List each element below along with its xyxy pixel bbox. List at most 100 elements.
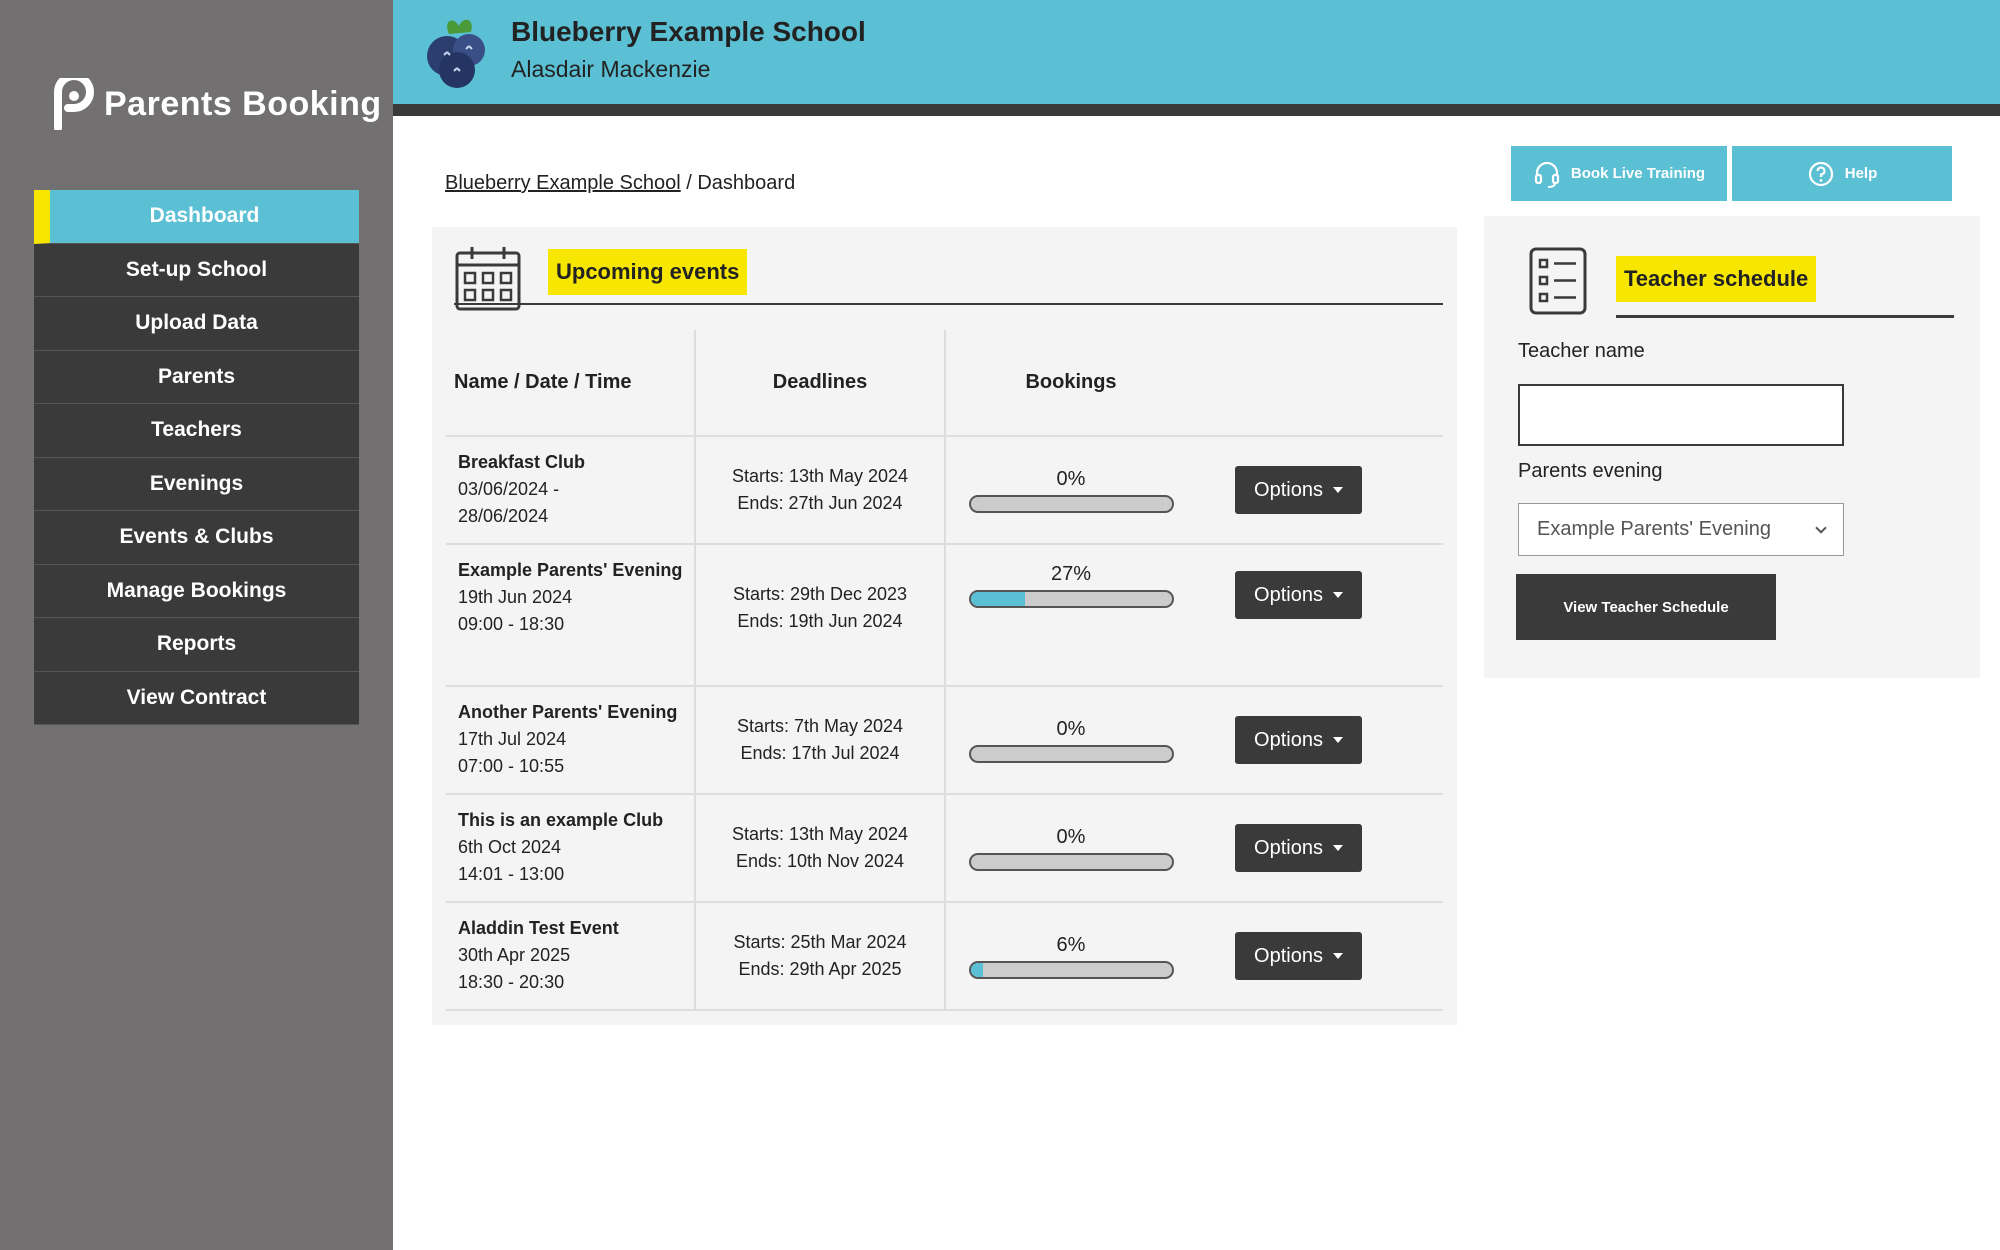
options-button[interactable]: Options <box>1235 466 1362 514</box>
breadcrumb: Blueberry Example School / Dashboard <box>445 172 795 195</box>
header-actions <box>1196 330 1443 435</box>
top-header: Blueberry Example School Alasdair Macken… <box>393 0 2000 104</box>
booking-progress-fill <box>970 592 1025 606</box>
event-actions: Options <box>1196 437 1443 543</box>
sidebar-item-upload-data[interactable]: Upload Data <box>34 297 359 351</box>
view-teacher-schedule-button[interactable]: View Teacher Schedule <box>1516 574 1776 640</box>
options-button[interactable]: Options <box>1235 716 1362 764</box>
breadcrumb-separator: / <box>680 172 698 194</box>
upcoming-events-header: Upcoming events <box>454 245 1443 311</box>
booking-progress-bar <box>968 494 1174 513</box>
caret-down-icon <box>1332 953 1343 959</box>
teacher-schedule-underline <box>1616 315 1954 318</box>
event-actions: Options <box>1196 545 1443 685</box>
event-bookings: 6% <box>946 903 1196 1009</box>
booking-percentage: 6% <box>1056 933 1086 956</box>
options-button[interactable]: Options <box>1235 932 1362 980</box>
sidebar-item-teachers[interactable]: Teachers <box>34 404 359 458</box>
deadline-start: Starts: 13th May 2024 <box>731 824 909 844</box>
checklist-icon <box>1529 247 1587 315</box>
deadline-start: Starts: 13th May 2024 <box>731 466 909 486</box>
table-row: This is an example Club 6th Oct 2024 14:… <box>446 795 1443 903</box>
app-logo[interactable]: Parents Booking <box>52 78 382 130</box>
booking-percentage: 0% <box>1056 467 1086 490</box>
events-table: Name / Date / Time Deadlines Bookings Br… <box>446 330 1443 1011</box>
deadline-end: Ends: 10th Nov 2024 <box>735 851 905 871</box>
event-deadlines: Starts: 13th May 2024 Ends: 10th Nov 202… <box>696 795 946 901</box>
booking-percentage: 27% <box>1050 563 1092 585</box>
teacher-name-label: Teacher name <box>1518 340 1645 362</box>
deadline-start: Starts: 25th Mar 2024 <box>733 932 907 952</box>
deadline-end: Ends: 29th Apr 2025 <box>738 959 902 979</box>
deadline-end: Ends: 27th Jun 2024 <box>737 493 903 513</box>
table-row: Another Parents' Evening 17th Jul 2024 0… <box>446 687 1443 795</box>
event-deadlines: Starts: 29th Dec 2023 Ends: 19th Jun 202… <box>696 545 946 685</box>
event-time: 09:00 - 18:30 <box>458 614 565 634</box>
booking-progress-bar <box>968 744 1174 763</box>
chevron-down-icon <box>1815 521 1827 534</box>
event-date: 6th Oct 2024 <box>458 837 562 857</box>
event-date: 19th Jun 2024 <box>458 587 573 607</box>
options-label: Options <box>1254 728 1323 751</box>
event-name: This is an example Club <box>458 810 664 830</box>
parents-evening-label: Parents evening <box>1518 460 1663 482</box>
sidebar: Parents Booking Dashboard Set-up School … <box>0 0 393 1250</box>
table-row: Example Parents' Evening 19th Jun 2024 0… <box>446 545 1443 687</box>
event-bookings: 0% <box>946 687 1196 793</box>
table-row: Aladdin Test Event 30th Apr 2025 18:30 -… <box>446 903 1443 1011</box>
sidebar-item-manage-bookings[interactable]: Manage Bookings <box>34 564 359 618</box>
event-date: 30th Apr 2025 <box>458 945 571 965</box>
event-date: 17th Jul 2024 <box>458 729 567 749</box>
booking-progress-fill <box>970 962 983 977</box>
sidebar-item-dashboard[interactable]: Dashboard <box>34 190 359 244</box>
event-details: This is an example Club 6th Oct 2024 14:… <box>446 795 696 901</box>
sidebar-item-view-contract[interactable]: View Contract <box>34 671 359 725</box>
headset-icon <box>1534 161 1560 188</box>
sidebar-item-evenings[interactable]: Evenings <box>34 457 359 511</box>
sidebar-item-parents[interactable]: Parents <box>34 350 359 404</box>
help-button[interactable]: Help <box>1732 146 1952 201</box>
upcoming-events-panel: Upcoming events Name / Date / Time Deadl… <box>432 227 1457 1025</box>
calendar-icon <box>455 247 521 311</box>
parents-evening-select[interactable]: Example Parents' Evening <box>1518 503 1844 556</box>
book-live-training-label: Book Live Training <box>1570 165 1706 182</box>
sidebar-item-reports[interactable]: Reports <box>34 618 359 672</box>
event-actions: Options <box>1196 903 1443 1009</box>
event-bookings: 0% <box>946 795 1196 901</box>
event-time: 28/06/2024 <box>458 506 549 526</box>
school-name: Blueberry Example School <box>511 16 866 47</box>
options-label: Options <box>1254 583 1323 606</box>
booking-progress-bar <box>968 852 1174 871</box>
breadcrumb-current: Dashboard <box>697 172 796 194</box>
caret-down-icon <box>1332 845 1343 851</box>
event-bookings: 0% <box>946 437 1196 543</box>
event-time: 14:01 - 13:00 <box>458 864 565 884</box>
header-divider <box>393 104 2000 116</box>
blueberry-logo-icon <box>427 19 485 88</box>
event-details: Example Parents' Evening 19th Jun 2024 0… <box>446 545 696 685</box>
sidebar-item-events-clubs[interactable]: Events & Clubs <box>34 511 359 565</box>
table-row: Breakfast Club 03/06/2024 - 28/06/2024 S… <box>446 437 1443 545</box>
user-name: Alasdair Mackenzie <box>511 56 711 82</box>
book-live-training-button[interactable]: Book Live Training <box>1511 146 1727 201</box>
event-name: Another Parents' Evening <box>458 702 678 722</box>
breadcrumb-school-link[interactable]: Blueberry Example School <box>445 172 681 194</box>
event-name: Breakfast Club <box>458 452 586 472</box>
teacher-name-input[interactable] <box>1518 384 1844 446</box>
options-button[interactable]: Options <box>1235 571 1362 619</box>
app-logo-text: Parents Booking <box>104 84 382 123</box>
parents-evening-selected: Example Parents' Evening <box>1537 518 1771 540</box>
event-details: Breakfast Club 03/06/2024 - 28/06/2024 <box>446 437 696 543</box>
caret-down-icon <box>1332 737 1343 743</box>
caret-down-icon <box>1332 487 1343 493</box>
sidebar-item-setup-school[interactable]: Set-up School <box>34 243 359 297</box>
event-deadlines: Starts: 25th Mar 2024 Ends: 29th Apr 202… <box>696 903 946 1009</box>
event-bookings: 27% <box>946 545 1196 685</box>
help-icon <box>1808 161 1833 186</box>
teacher-schedule-panel: Teacher schedule Teacher name Parents ev… <box>1484 216 1980 678</box>
event-details: Aladdin Test Event 30th Apr 2025 18:30 -… <box>446 903 696 1009</box>
deadline-start: Starts: 29th Dec 2023 <box>732 584 908 604</box>
header-deadlines: Deadlines <box>696 330 946 435</box>
options-button[interactable]: Options <box>1235 824 1362 872</box>
event-time: 18:30 - 20:30 <box>458 972 565 992</box>
